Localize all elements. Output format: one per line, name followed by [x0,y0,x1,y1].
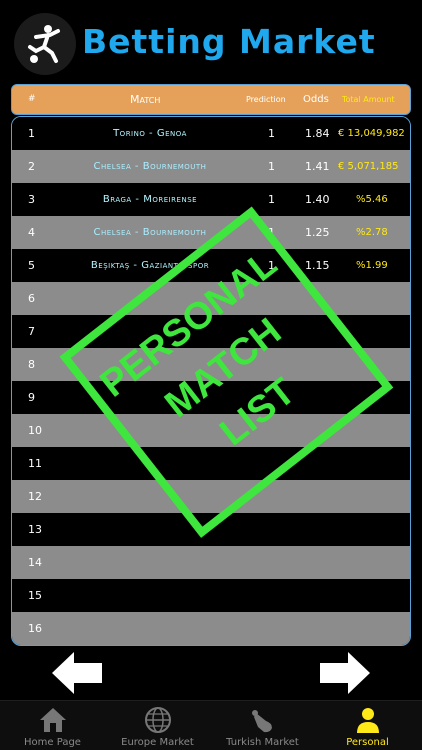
table-row[interactable]: 5 Beşiktaş - Gaziantepspor 1 1.15 %1.99 [12,249,410,282]
table-row[interactable]: 11 [12,447,410,480]
row-number: 13 [28,523,42,536]
tab-label: Turkish Market [226,737,299,748]
row-odds: 1.84 [305,127,330,140]
row-number: 10 [28,424,42,437]
soccer-player-logo [14,13,76,75]
row-total-amount: %5.46 [356,194,388,205]
hand-icon [251,710,272,733]
table-row[interactable]: 2 Chelsea - Bournemouth 1 1.41 € 5,071,185 [12,150,410,183]
row-match [52,282,248,315]
row-match [52,447,248,480]
row-prediction: 1 [268,127,275,140]
tab-label: Europe Market [121,737,194,748]
table-row[interactable]: 8 [12,348,410,381]
personal-match-table: 1 Torino - Genoa 1 1.84 € 13,049,982 2 Chelsea… [11,116,411,646]
row-match [52,414,248,447]
globe-icon [144,707,171,733]
app-header: Betting Market [0,0,422,84]
column-odds: Odds [303,94,329,105]
next-page-button[interactable] [320,652,370,694]
row-match: Beşiktaş - Gaziantepspor [90,260,210,271]
column-num: # [28,94,36,104]
row-number: 2 [28,160,35,173]
row-prediction: 1 [268,193,275,206]
row-match: Torino - Genoa [113,128,187,139]
row-number: 6 [28,292,35,305]
tab-europe-market[interactable]: Europe Market [105,701,210,750]
table-row[interactable]: 14 [12,546,410,579]
table-row[interactable]: 9 [12,381,410,414]
row-match [52,480,248,513]
row-prediction: 1 [268,160,275,173]
row-match: Chelsea - Bournemouth [93,227,207,238]
table-column-header: # Match Prediction Odds Total Amount [11,84,411,115]
row-number: 16 [28,622,42,635]
table-row[interactable]: 16 [12,612,410,645]
row-number: 3 [28,193,35,206]
row-prediction: 1 [268,259,275,272]
tab-label: Home Page [24,737,81,748]
column-prediction: Prediction [246,95,286,104]
row-number: 11 [28,457,42,470]
table-row[interactable]: 3 Braga - Moreirense 1 1.40 %5.46 [12,183,410,216]
column-match: Match [130,93,161,106]
app-title: Betting Market [82,22,376,61]
arrow-left-icon [52,652,102,694]
row-number: 7 [28,325,35,338]
row-match [52,546,248,579]
table-row[interactable]: 12 [12,480,410,513]
table-row[interactable]: 7 [12,315,410,348]
table-row[interactable]: 13 [12,513,410,546]
previous-page-button[interactable] [52,652,102,694]
column-total-amount: Total Amount [342,95,395,104]
row-number: 14 [28,556,42,569]
row-total-amount: € 13,049,982 [338,128,405,139]
row-number: 9 [28,391,35,404]
table-row[interactable]: 4 Chelsea - Bournemouth 1 1.25 %2.78 [12,216,410,249]
table-row[interactable]: 10 [12,414,410,447]
row-match [52,513,248,546]
row-match [52,579,248,612]
tab-turkish-market[interactable]: Turkish Market [210,701,315,750]
person-icon [356,708,379,733]
tab-home-page[interactable]: Home Page [0,701,105,750]
row-odds: 1.40 [305,193,330,206]
row-number: 5 [28,259,35,272]
soccer-player-icon [28,25,60,63]
home-icon [39,708,66,732]
row-odds: 1.25 [305,226,330,239]
row-total-amount: %1.99 [356,260,388,271]
row-number: 15 [28,589,42,602]
table-row[interactable]: 15 [12,579,410,612]
row-match [52,381,248,414]
row-total-amount: %2.78 [356,227,388,238]
row-number: 12 [28,490,42,503]
row-odds: 1.15 [305,259,330,272]
row-number: 8 [28,358,35,371]
row-match [52,612,248,645]
row-match: Braga - Moreirense [102,194,198,205]
row-match [52,348,248,381]
tab-label: Personal [346,737,389,748]
row-number: 4 [28,226,35,239]
row-odds: 1.41 [305,160,330,173]
arrow-right-icon [320,652,370,694]
table-row[interactable]: 1 Torino - Genoa 1 1.84 € 13,049,982 [12,117,410,150]
row-match [52,315,248,348]
bottom-tab-bar: Home Page Europe Market Turkish Market P… [0,700,422,750]
row-total-amount: € 5,071,185 [338,161,399,172]
row-match: Chelsea - Bournemouth [93,161,207,172]
tab-personal[interactable]: Personal [315,701,420,750]
table-row[interactable]: 6 [12,282,410,315]
row-number: 1 [28,127,35,140]
row-prediction: 1 [268,226,275,239]
